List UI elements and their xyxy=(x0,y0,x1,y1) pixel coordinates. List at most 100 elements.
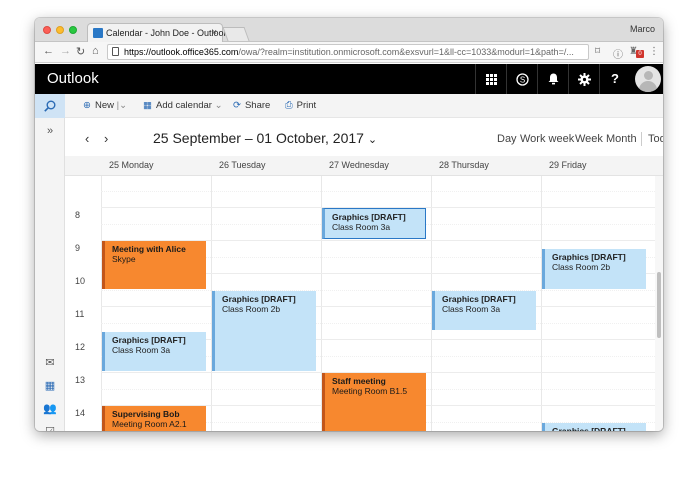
hour-label: 9 xyxy=(75,243,81,253)
calendar-event[interactable]: Graphics [DRAFT]Class Room 2b xyxy=(542,422,646,432)
calendar-event[interactable]: Graphics [DRAFT]Class Room 2b xyxy=(542,249,646,289)
day-header-wednesday[interactable]: 27 Wednesday xyxy=(329,160,389,170)
calendar-icon[interactable]: ▦ xyxy=(35,375,65,397)
day-column-divider xyxy=(101,176,102,431)
calendar-grid[interactable]: 89101112131415Graphics [DRAFT]Class Room… xyxy=(65,176,655,431)
people-icon[interactable]: 👥 xyxy=(35,398,65,420)
event-location: Class Room 3a xyxy=(442,303,501,314)
bell-icon[interactable] xyxy=(537,64,568,94)
day-header-thursday[interactable]: 28 Thursday xyxy=(439,160,489,170)
url-text: https://outlook.office365.com/owa/?realm… xyxy=(124,47,586,57)
new-dropdown-icon[interactable]: |⌄ xyxy=(117,100,127,111)
profile-name[interactable]: Marco xyxy=(630,24,655,34)
hour-label: 11 xyxy=(75,309,85,319)
calendar-event[interactable]: Graphics [DRAFT] Class Room 3a xyxy=(102,331,206,371)
screenshot-extension-icon[interactable]: ⌑ xyxy=(595,46,600,57)
url-path: /owa/?realm=institution.onmicrosoft.com&… xyxy=(238,47,574,57)
event-location: Skype xyxy=(112,254,136,264)
expand-rail-icon[interactable]: » xyxy=(35,120,65,142)
url-input[interactable]: https://outlook.office365.com/owa/?realm… xyxy=(107,44,589,60)
svg-text:S: S xyxy=(519,76,524,85)
event-location: Class Room 3a xyxy=(112,344,171,355)
left-rail: » ✉ ▦ 👥 ☑ xyxy=(35,118,65,431)
tab-bar: Calendar - John Doe - Outlook × Marco xyxy=(35,18,663,43)
event-title: Graphics [DRAFT] xyxy=(332,212,406,222)
view-day[interactable]: Day xyxy=(497,133,517,145)
calendar-event[interactable]: Supervising Bob Meeting Room A2.1 xyxy=(102,406,206,431)
minimize-window-button[interactable] xyxy=(56,26,64,34)
event-title: Graphics [DRAFT] xyxy=(552,252,626,263)
printer-icon: ⎙ xyxy=(285,100,293,111)
hour-label: 8 xyxy=(75,210,81,220)
browser-menu-icon[interactable]: ⋮ xyxy=(649,46,659,57)
day-header-monday[interactable]: 25 Monday xyxy=(109,160,154,170)
extension-badge: 0 xyxy=(636,50,644,58)
scrollbar-thumb[interactable] xyxy=(657,272,661,338)
calendar-event[interactable]: Staff meeting Meeting Room B1.5 xyxy=(322,373,426,431)
skype-icon[interactable]: S xyxy=(506,64,537,94)
event-location: Class Room 3a xyxy=(332,222,391,232)
hour-label: 13 xyxy=(75,375,86,385)
chevron-down-icon: ⌄ xyxy=(214,100,223,111)
forward-arrow-icon[interactable]: → xyxy=(60,45,71,57)
next-week-icon[interactable]: › xyxy=(104,131,108,146)
today-button[interactable]: Today xyxy=(648,133,663,145)
event-title: Staff meeting xyxy=(332,376,386,386)
zoom-window-button[interactable] xyxy=(69,26,77,34)
new-button[interactable]: ⊕ New |⌄ xyxy=(83,100,127,111)
url-host: https://outlook.office365.com xyxy=(124,47,239,57)
date-range-title[interactable]: 25 September – 01 October, 2017 ⌄ xyxy=(153,130,377,146)
brand-title[interactable]: Outlook xyxy=(47,70,99,87)
outlook-header: Outlook S ? xyxy=(35,64,663,94)
event-title: Graphics [DRAFT] xyxy=(222,293,296,304)
tasks-icon[interactable]: ☑ xyxy=(35,421,65,431)
calendar-event[interactable]: Meeting with Alice Skype xyxy=(102,241,206,289)
home-icon[interactable]: ⌂ xyxy=(92,45,99,57)
calendar-event[interactable]: Graphics [DRAFT] Class Room 3a xyxy=(432,290,536,330)
day-header-row: 25 Monday 26 Tuesday 27 Wednesday 28 Thu… xyxy=(65,156,663,176)
day-column-divider xyxy=(541,176,542,431)
calendar-event[interactable]: Graphics [DRAFT]Class Room 2b xyxy=(212,290,316,371)
hour-line xyxy=(101,306,655,307)
back-arrow-icon[interactable]: ← xyxy=(43,45,54,57)
event-location: Meeting Room A2.1 xyxy=(112,419,187,429)
event-title: Graphics [DRAFT] xyxy=(442,293,516,304)
view-work-week[interactable]: Work week xyxy=(520,133,574,145)
add-calendar-label: Add calendar xyxy=(155,100,212,111)
search-button[interactable] xyxy=(35,94,65,118)
tab-close-icon[interactable]: × xyxy=(212,27,217,37)
browser-tab[interactable]: Calendar - John Doe - Outlook × xyxy=(87,23,228,43)
calendar-event[interactable]: Graphics [DRAFT] Class Room 3a xyxy=(322,208,426,239)
help-icon[interactable]: ? xyxy=(599,64,630,94)
gear-icon[interactable] xyxy=(568,64,599,94)
reload-icon[interactable]: ↻ xyxy=(76,45,85,58)
share-button[interactable]: ⟳ Share xyxy=(233,100,270,111)
share-label: Share xyxy=(244,100,271,111)
event-title: Meeting with Alice xyxy=(112,244,186,254)
avatar-head xyxy=(644,71,653,80)
info-icon[interactable]: ⓘ xyxy=(613,46,623,61)
chevron-down-icon: ⌄ xyxy=(367,134,378,146)
grid-scrollbar[interactable] xyxy=(655,176,663,431)
avatar[interactable] xyxy=(635,66,661,92)
close-window-button[interactable] xyxy=(43,26,51,34)
app-launcher-icon[interactable] xyxy=(475,64,506,94)
hour-label: 10 xyxy=(75,276,86,286)
event-location: Class Room 2b xyxy=(222,303,281,314)
previous-week-icon[interactable]: ‹ xyxy=(85,131,89,146)
hour-label: 12 xyxy=(75,342,86,352)
tab-title: Calendar - John Doe - Outlook xyxy=(106,28,229,38)
add-calendar-button[interactable]: ▦ Add calendar ⌄ xyxy=(143,100,223,111)
view-month[interactable]: Month xyxy=(606,133,637,145)
day-header-friday[interactable]: 29 Friday xyxy=(549,160,587,170)
event-title: Supervising Bob xyxy=(112,409,180,419)
new-tab-button[interactable] xyxy=(222,27,250,41)
print-button[interactable]: ⎙ Print xyxy=(285,100,316,111)
mail-icon[interactable]: ✉ xyxy=(35,352,65,374)
calendar-navigation: ‹ › 25 September – 01 October, 2017 ⌄ Da… xyxy=(65,118,663,156)
avatar-body xyxy=(639,81,657,92)
event-title: Graphics [DRAFT] xyxy=(552,425,626,432)
day-header-tuesday[interactable]: 26 Tuesday xyxy=(219,160,266,170)
view-week[interactable]: Week xyxy=(575,133,603,145)
event-location: Class Room 2b xyxy=(552,262,611,273)
